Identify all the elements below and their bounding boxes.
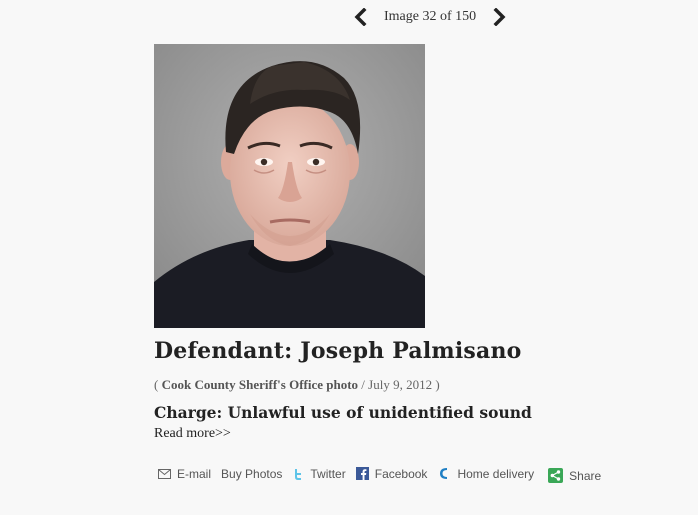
twitter-link[interactable]: Twitter	[292, 466, 346, 481]
buy-photos-link[interactable]: Buy Photos	[221, 467, 282, 481]
envelope-icon	[158, 468, 171, 479]
previous-image-button[interactable]	[350, 6, 370, 28]
home-delivery-link[interactable]: Home delivery	[437, 466, 534, 481]
email-label: E-mail	[177, 466, 212, 481]
home-delivery-label: Home delivery	[457, 466, 535, 481]
email-link[interactable]: E-mail	[158, 467, 211, 481]
image-pager: Image 32 of 150	[350, 6, 510, 28]
facebook-icon	[355, 467, 369, 480]
facebook-label: Facebook	[374, 466, 428, 481]
chevron-right-icon	[493, 8, 506, 26]
photo-credit: ( Cook County Sheriff's Office photo / J…	[154, 377, 440, 393]
credit-open: (	[154, 377, 162, 392]
credit-source: Cook County Sheriff's Office photo	[161, 377, 359, 392]
chevron-left-icon	[354, 8, 367, 26]
twitter-label: Twitter	[310, 466, 346, 481]
share-button[interactable]: Share	[548, 468, 601, 483]
mugshot-image	[154, 44, 425, 328]
twitter-icon	[292, 468, 304, 480]
image-counter: Image 32 of 150	[384, 9, 477, 24]
read-more-link[interactable]: Read more>>	[154, 426, 231, 442]
mugshot-photo[interactable]	[154, 44, 425, 328]
share-bar: E-mail Buy Photos Twitter Facebook Home …	[158, 464, 601, 483]
buy-photos-label: Buy Photos	[221, 466, 283, 481]
share-label: Share	[569, 468, 602, 483]
credit-date: / July 9, 2012 )	[358, 377, 440, 392]
share-icon	[548, 468, 564, 483]
charge-heading: Charge: Unlawful use of unidentified sou…	[154, 403, 532, 422]
newspaper-logo-icon	[437, 466, 451, 481]
facebook-link[interactable]: Facebook	[355, 466, 428, 481]
defendant-headline: Defendant: Joseph Palmisano	[154, 338, 522, 364]
next-image-button[interactable]	[490, 6, 510, 28]
